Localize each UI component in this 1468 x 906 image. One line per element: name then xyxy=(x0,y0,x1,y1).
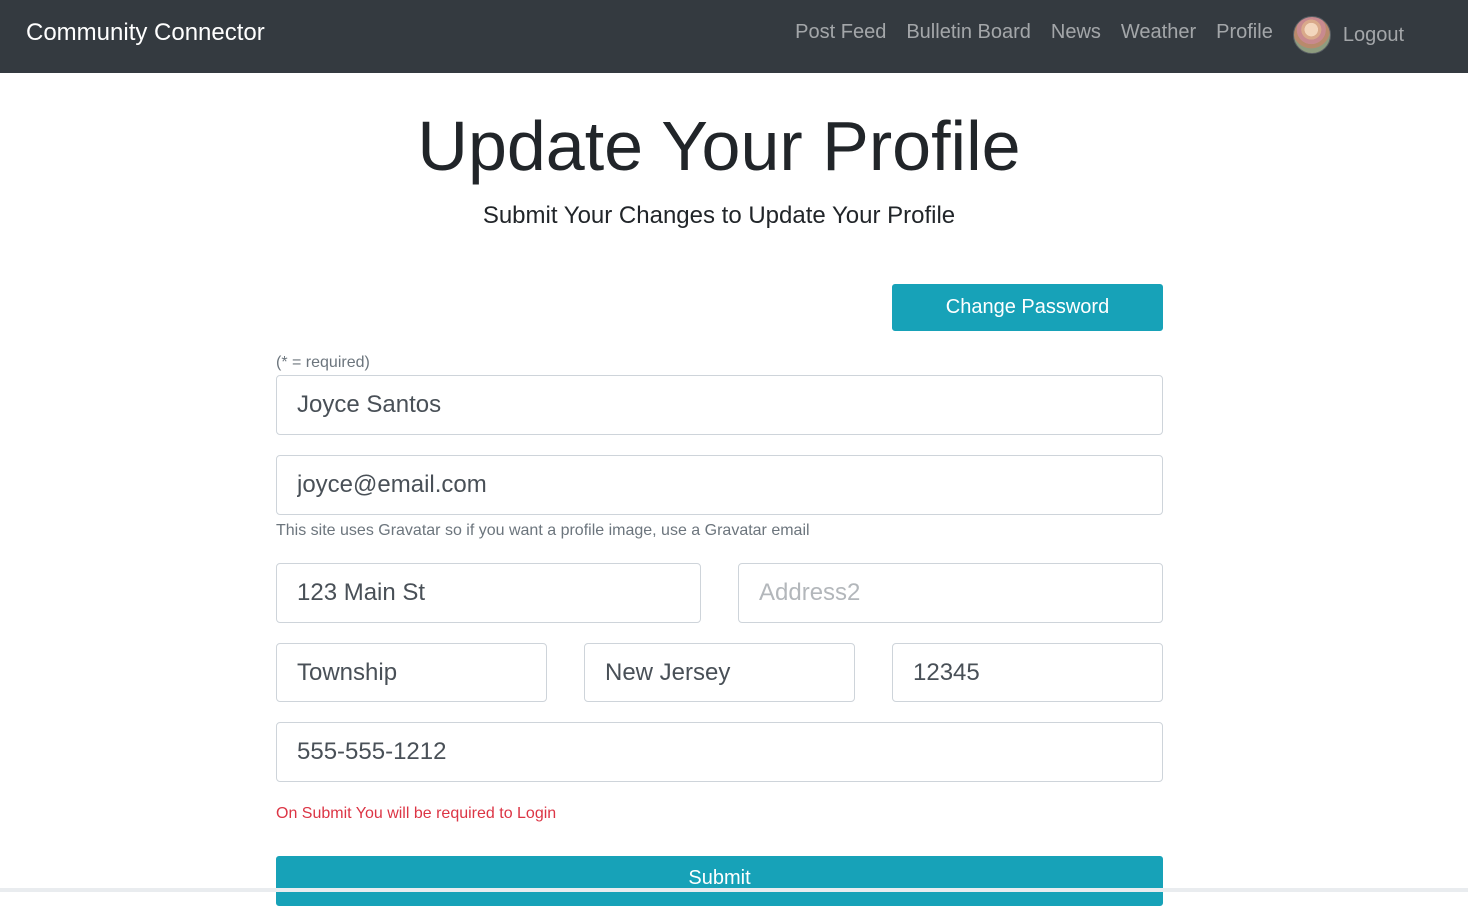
nav-links: Post Feed Bulletin Board News Weather Pr… xyxy=(795,0,1468,64)
brand-link[interactable]: Community Connector xyxy=(26,18,265,48)
nav-link-news[interactable]: News xyxy=(1051,20,1101,44)
nav-link-weather[interactable]: Weather xyxy=(1121,20,1196,44)
login-warning: On Submit You will be required to Login xyxy=(276,805,557,822)
email-input[interactable] xyxy=(276,455,1163,515)
nav-link-post-feed[interactable]: Post Feed xyxy=(795,20,886,44)
page-title: Update Your Profile xyxy=(417,107,1021,185)
page-bottom-edge xyxy=(0,888,1468,892)
nav-link-profile[interactable]: Profile xyxy=(1216,20,1273,44)
page-subtitle: Submit Your Changes to Update Your Profi… xyxy=(482,202,956,229)
state-input[interactable] xyxy=(584,643,855,702)
zip-input[interactable] xyxy=(892,643,1163,702)
email-help-text: This site uses Gravatar so if you want a… xyxy=(276,522,810,539)
city-input[interactable] xyxy=(276,643,547,702)
logout-link[interactable]: Logout xyxy=(1343,23,1404,47)
user-avatar[interactable] xyxy=(1292,16,1331,54)
required-note: (* = required) xyxy=(276,354,370,371)
nav-link-bulletin-board[interactable]: Bulletin Board xyxy=(906,20,1031,44)
phone-input[interactable] xyxy=(276,722,1163,782)
submit-button[interactable]: Submit xyxy=(276,856,1163,906)
name-input[interactable] xyxy=(276,375,1163,435)
address2-input[interactable] xyxy=(738,563,1163,623)
address1-input[interactable] xyxy=(276,563,701,623)
change-password-button[interactable]: Change Password xyxy=(892,284,1163,331)
top-navbar: Community Connector Post Feed Bulletin B… xyxy=(0,0,1468,73)
